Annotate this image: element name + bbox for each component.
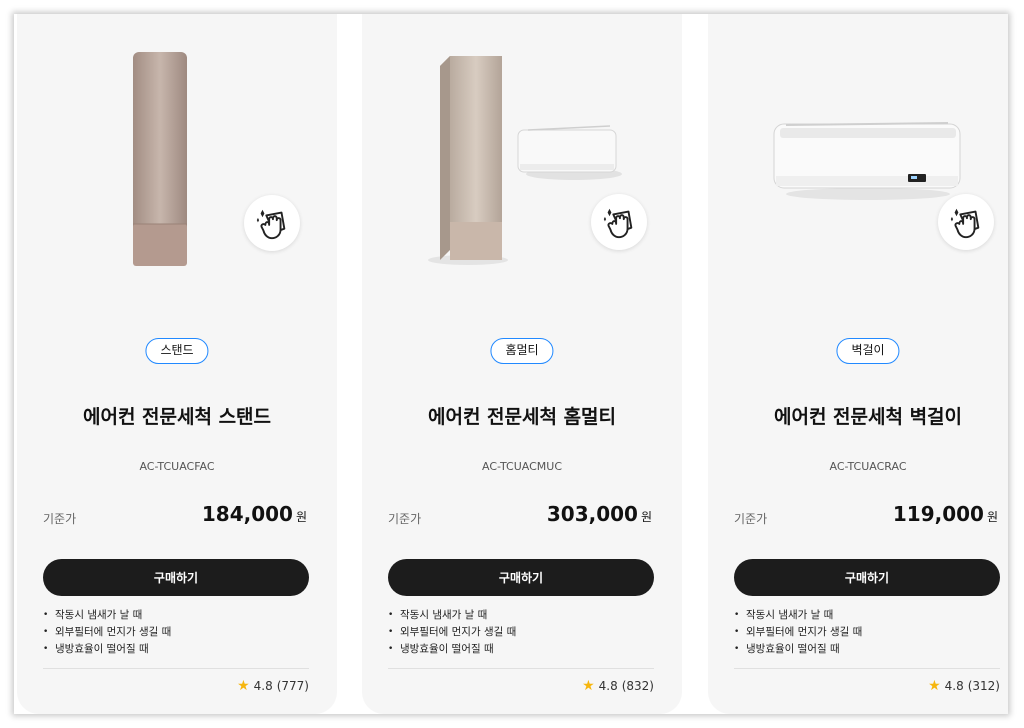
feature-list: 작동시 냄새가 날 때 외부필터에 먼지가 생길 때 냉방효율이 떨어질 때: [734, 607, 862, 658]
review-count[interactable]: (777): [277, 679, 309, 693]
cleaning-cloth-icon: [947, 203, 985, 241]
price-currency: 원: [640, 510, 652, 524]
wall-aircon-image: [773, 122, 961, 200]
model-number: AC-TCUACMUC: [481, 460, 562, 473]
price-value: 303,000: [546, 502, 638, 526]
model-number: AC-TCUACFAC: [139, 460, 215, 473]
list-item: 냉방효율이 떨어질 때: [388, 641, 516, 658]
product-title: 에어컨 전문세척 벽걸이: [773, 406, 963, 428]
buy-button[interactable]: 구매하기: [43, 559, 309, 596]
list-item: 작동시 냄새가 날 때: [388, 607, 516, 624]
product-image-home-multi: [362, 14, 682, 304]
product-list: 스탠드 에어컨 전문세척 스탠드 AC-TCUACFAC 기준가 184,000…: [14, 14, 1008, 714]
product-card-wall: 벽걸이 에어컨 전문세척 벽걸이 AC-TCUACRAC 기준가 119,000…: [708, 14, 1008, 714]
clean-service-badge: [938, 194, 994, 250]
price: 303,000 원: [547, 502, 652, 526]
rating: ★ 4.8 (777): [237, 679, 309, 693]
list-item: 외부필터에 먼지가 생길 때: [43, 624, 171, 641]
price-label: 기준가: [388, 512, 422, 526]
price: 184,000 원: [202, 502, 307, 526]
price-currency: 원: [295, 510, 307, 524]
product-card-home-multi: 홈멀티 에어컨 전문세척 홈멀티 AC-TCUACMUC 기준가 303,000…: [362, 14, 682, 714]
feature-list: 작동시 냄새가 날 때 외부필터에 먼지가 생길 때 냉방효율이 떨어질 때: [388, 607, 516, 658]
star-icon: ★: [928, 678, 941, 694]
product-card-stand: 스탠드 에어컨 전문세척 스탠드 AC-TCUACFAC 기준가 184,000…: [17, 14, 337, 714]
list-item: 작동시 냄새가 날 때: [734, 607, 862, 624]
rating-score: 4.8: [253, 679, 273, 693]
rating-score: 4.8: [944, 679, 964, 693]
cleaning-cloth-icon: [600, 203, 638, 241]
buy-button[interactable]: 구매하기: [388, 559, 654, 596]
rating: ★ 4.8 (312): [928, 679, 1000, 693]
price-label: 기준가: [734, 512, 768, 526]
product-title: 에어컨 전문세척 스탠드: [82, 406, 272, 428]
model-number: AC-TCUACRAC: [829, 460, 907, 473]
price-value: 184,000: [201, 502, 293, 526]
price-label: 기준가: [43, 512, 77, 526]
stand-aircon-image: [133, 52, 187, 266]
list-item: 외부필터에 먼지가 생길 때: [734, 624, 862, 641]
buy-button[interactable]: 구매하기: [734, 559, 1000, 596]
price: 119,000 원: [893, 502, 998, 526]
list-item: 냉방효율이 떨어질 때: [734, 641, 862, 658]
divider: [43, 668, 309, 669]
clean-service-badge: [244, 195, 300, 251]
product-title: 에어컨 전문세척 홈멀티: [427, 406, 617, 428]
divider: [734, 668, 1000, 669]
list-item: 작동시 냄새가 날 때: [43, 607, 171, 624]
list-item: 외부필터에 먼지가 생길 때: [388, 624, 516, 641]
review-count[interactable]: (312): [968, 679, 1000, 693]
product-image-stand: [17, 14, 337, 304]
star-icon: ★: [582, 678, 595, 694]
feature-list: 작동시 냄새가 날 때 외부필터에 먼지가 생길 때 냉방효율이 떨어질 때: [43, 607, 171, 658]
product-type-tag: 스탠드: [145, 338, 209, 364]
cleaning-cloth-icon: [253, 204, 291, 242]
divider: [388, 668, 654, 669]
review-count[interactable]: (832): [622, 679, 654, 693]
price-currency: 원: [986, 510, 998, 524]
clean-service-badge: [591, 194, 647, 250]
star-icon: ★: [237, 678, 250, 694]
product-type-tag: 벽걸이: [836, 338, 900, 364]
list-item: 냉방효율이 떨어질 때: [43, 641, 171, 658]
product-type-tag: 홈멀티: [490, 338, 554, 364]
rating-score: 4.8: [598, 679, 618, 693]
product-image-wall: [708, 14, 1008, 304]
price-value: 119,000: [892, 502, 984, 526]
home-multi-aircon-image: [428, 56, 622, 265]
rating: ★ 4.8 (832): [582, 679, 654, 693]
